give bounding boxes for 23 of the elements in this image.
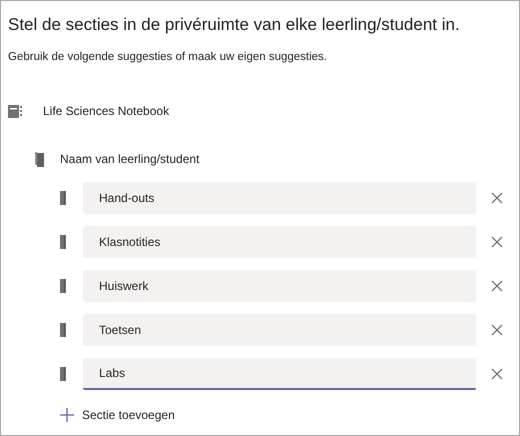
close-icon[interactable]	[490, 191, 504, 206]
section-icon	[60, 367, 66, 382]
section-name-field[interactable]: Toetsen	[83, 314, 476, 346]
close-icon[interactable]	[490, 323, 504, 338]
close-icon[interactable]	[490, 279, 504, 294]
notebook-name: Life Sciences Notebook	[43, 103, 170, 120]
dialog-title: Stel de secties in de privéruimte van elke leerling/student in.	[8, 14, 461, 36]
instruction-text: Gebruik de volgende suggesties of maak uw eigen suggesties.	[8, 50, 328, 65]
notebook-icon	[8, 104, 22, 118]
section-icon	[60, 323, 66, 338]
section-name-field[interactable]: Huiswerk	[83, 270, 476, 302]
section-name-field[interactable]: Hand-outs	[83, 182, 476, 214]
section-icon	[60, 279, 66, 294]
student-name: Naam van leerling/student	[60, 151, 200, 168]
section-name-field[interactable]: Klasnotities	[83, 226, 476, 258]
section-icon	[60, 191, 66, 206]
close-icon[interactable]	[490, 235, 504, 250]
plus-icon	[60, 408, 74, 422]
add-section-button[interactable]: Sectie toevoegen	[60, 406, 175, 424]
section-name-field[interactable]: Labs	[83, 358, 476, 390]
section-group-icon	[35, 152, 44, 167]
section-icon	[60, 235, 66, 250]
close-icon[interactable]	[490, 367, 504, 382]
